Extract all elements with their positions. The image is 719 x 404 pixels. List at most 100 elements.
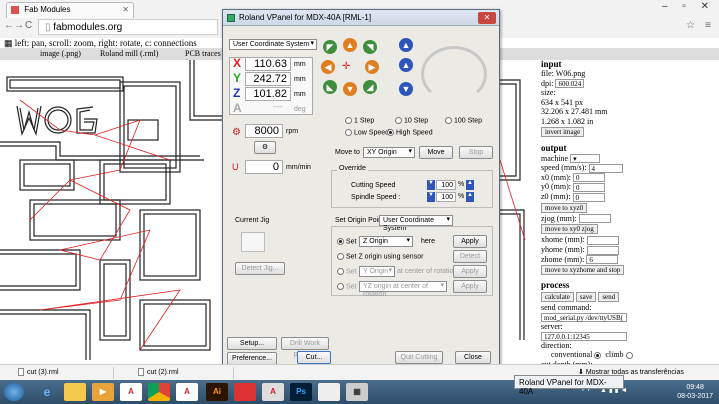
origin-type-select-3[interactable]: Y Origin: [359, 266, 395, 277]
cut-button[interactable]: Cut...: [297, 351, 331, 364]
tab-close-icon[interactable]: ✕: [122, 5, 129, 14]
set-z-sensor-radio[interactable]: [337, 253, 344, 260]
toolpath-canvas-right[interactable]: [500, 60, 530, 364]
jog-down-right-icon[interactable]: ◢: [363, 80, 377, 94]
high-speed-option[interactable]: High Speed: [387, 129, 433, 136]
setup-button[interactable]: Setup...: [227, 337, 277, 350]
save-button[interactable]: save: [575, 291, 597, 302]
pdf-app-icon[interactable]: [234, 383, 256, 401]
jog-down-icon[interactable]: ▼: [343, 82, 357, 96]
jog-up-right-icon[interactable]: ◥: [363, 40, 377, 54]
spindle-toggle-button[interactable]: ⚙: [254, 141, 276, 154]
zjog-input[interactable]: [578, 214, 611, 224]
pdf-icon[interactable]: A: [176, 383, 198, 401]
file-explorer-icon[interactable]: [64, 383, 86, 401]
download-item[interactable]: cut (3).rml: [14, 367, 114, 379]
format-image[interactable]: image (.png): [40, 49, 81, 58]
jog-z-up-small-icon[interactable]: ▲: [399, 58, 413, 72]
set-origin-select[interactable]: User Coordinate System: [379, 215, 453, 232]
move-xyz0-button[interactable]: move to xyz0: [541, 202, 588, 213]
jog-right-icon[interactable]: ▶: [365, 60, 379, 74]
set-origin-option-1[interactable]: Set: [337, 238, 357, 245]
spindle-speed-up-icon[interactable]: ▲: [466, 192, 474, 202]
notepad-icon[interactable]: [318, 383, 340, 401]
invert-image-button[interactable]: invert image: [541, 127, 585, 138]
jog-z-down-icon[interactable]: ▼: [399, 82, 413, 96]
calculate-button[interactable]: calculate: [541, 291, 574, 302]
set-origin-radio-3[interactable]: [337, 268, 344, 275]
jog-z-up-icon[interactable]: ▲: [399, 38, 413, 52]
jog-up-left-icon[interactable]: ◤: [323, 40, 337, 54]
machine-select[interactable]: ▾: [570, 154, 601, 164]
apply-button-3[interactable]: Apply: [453, 265, 487, 278]
low-speed-radio[interactable]: [345, 129, 352, 136]
dpi-input[interactable]: 600.024: [555, 79, 585, 89]
jog-up-icon[interactable]: ▲: [343, 38, 357, 52]
climb-radio[interactable]: [625, 352, 633, 359]
yhome-input[interactable]: [586, 245, 619, 255]
cutting-speed-down-icon[interactable]: ▼: [427, 180, 435, 190]
bookmark-star-icon[interactable]: ☆: [686, 20, 695, 31]
drill-workpiece-button[interactable]: Drill Work piece...: [281, 337, 329, 358]
internet-explorer-icon[interactable]: e: [36, 383, 58, 401]
photoshop-icon[interactable]: Ps: [290, 383, 312, 401]
high-speed-radio[interactable]: [387, 129, 394, 136]
server-input[interactable]: 127.0.0.1:12345: [541, 331, 627, 341]
y0-input[interactable]: 0: [573, 183, 605, 193]
acrobat-icon[interactable]: A: [120, 383, 142, 401]
browser-menu-icon[interactable]: ≡: [705, 20, 711, 31]
taskbar-preview-popup[interactable]: Roland VPanel for MDX-40A: [514, 375, 624, 396]
move-to-select[interactable]: XY Origin: [363, 147, 415, 158]
origin-type-select-4[interactable]: YZ origin at center of rotation: [359, 281, 447, 298]
stop-button[interactable]: Stop: [459, 146, 493, 159]
clock[interactable]: 09:48 08-03-2017: [677, 383, 713, 401]
spindle-speed-down-icon[interactable]: ▼: [427, 192, 435, 202]
low-speed-option[interactable]: Low Speed: [345, 129, 389, 136]
step-100-radio[interactable]: [445, 117, 452, 124]
download-item[interactable]: cut (2).rml: [134, 367, 234, 379]
window-controls[interactable]: – ▫ ✕: [662, 1, 715, 12]
set-origin-option-3[interactable]: Set: [337, 268, 357, 275]
forward-icon[interactable]: →: [14, 20, 24, 31]
step-10-option[interactable]: 10 Step: [395, 117, 428, 124]
send-button[interactable]: send: [598, 291, 620, 302]
jog-down-left-icon[interactable]: ◣: [323, 80, 337, 94]
step-100-option[interactable]: 100 Step: [445, 117, 482, 124]
browser-tab[interactable]: Fab Modules ✕: [6, 2, 134, 18]
step-1-option[interactable]: 1 Step: [345, 117, 374, 124]
reload-icon[interactable]: C: [25, 20, 32, 31]
coordinate-system-select[interactable]: User Coordinate System: [229, 39, 317, 50]
speed-input[interactable]: 4: [588, 163, 623, 173]
apply-button-1[interactable]: Apply: [453, 235, 487, 248]
detect-jig-button[interactable]: Detect Jig...: [235, 262, 285, 275]
set-z-sensor-option[interactable]: Set Z origin using sensor: [337, 253, 423, 260]
apply-button-4[interactable]: Apply: [453, 280, 487, 293]
set-origin-option-4[interactable]: Set: [337, 283, 357, 290]
toolpath-canvas[interactable]: [0, 60, 222, 364]
move-xy0-zjog-button[interactable]: move to xy0 zjog: [541, 224, 598, 235]
cutting-speed-up-icon[interactable]: ▲: [466, 180, 474, 190]
move-button[interactable]: Move: [419, 146, 453, 159]
move-home-button[interactable]: move to xyzhome and stop: [541, 265, 625, 276]
address-bar[interactable]: ▯ fabmodules.org: [38, 19, 218, 35]
set-origin-radio-1[interactable]: [337, 238, 344, 245]
rotary-axis-icon[interactable]: [421, 46, 487, 102]
back-icon[interactable]: ←: [4, 20, 14, 31]
quit-cutting-button[interactable]: Quit Cutting: [395, 351, 443, 364]
origin-type-select-1[interactable]: Z Origin: [359, 236, 413, 247]
z0-input[interactable]: 0: [572, 192, 605, 202]
zhome-input[interactable]: 6: [586, 255, 619, 265]
jog-left-icon[interactable]: ◀: [321, 60, 335, 74]
close-button[interactable]: Close: [455, 351, 491, 364]
x0-input[interactable]: 0: [573, 173, 605, 183]
detect-button[interactable]: Detect: [453, 250, 487, 263]
xhome-input[interactable]: [586, 236, 619, 246]
media-player-icon[interactable]: ▶: [92, 383, 114, 401]
document-icon[interactable]: A: [262, 383, 284, 401]
send-command-input[interactable]: mod_serial.py /dev/ttyUSB(: [541, 312, 627, 322]
conventional-radio[interactable]: [594, 352, 602, 359]
illustrator-icon[interactable]: Ai: [206, 383, 228, 401]
step-10-radio[interactable]: [395, 117, 402, 124]
start-button-icon[interactable]: [4, 383, 24, 401]
dialog-close-icon[interactable]: ✕: [478, 12, 496, 24]
